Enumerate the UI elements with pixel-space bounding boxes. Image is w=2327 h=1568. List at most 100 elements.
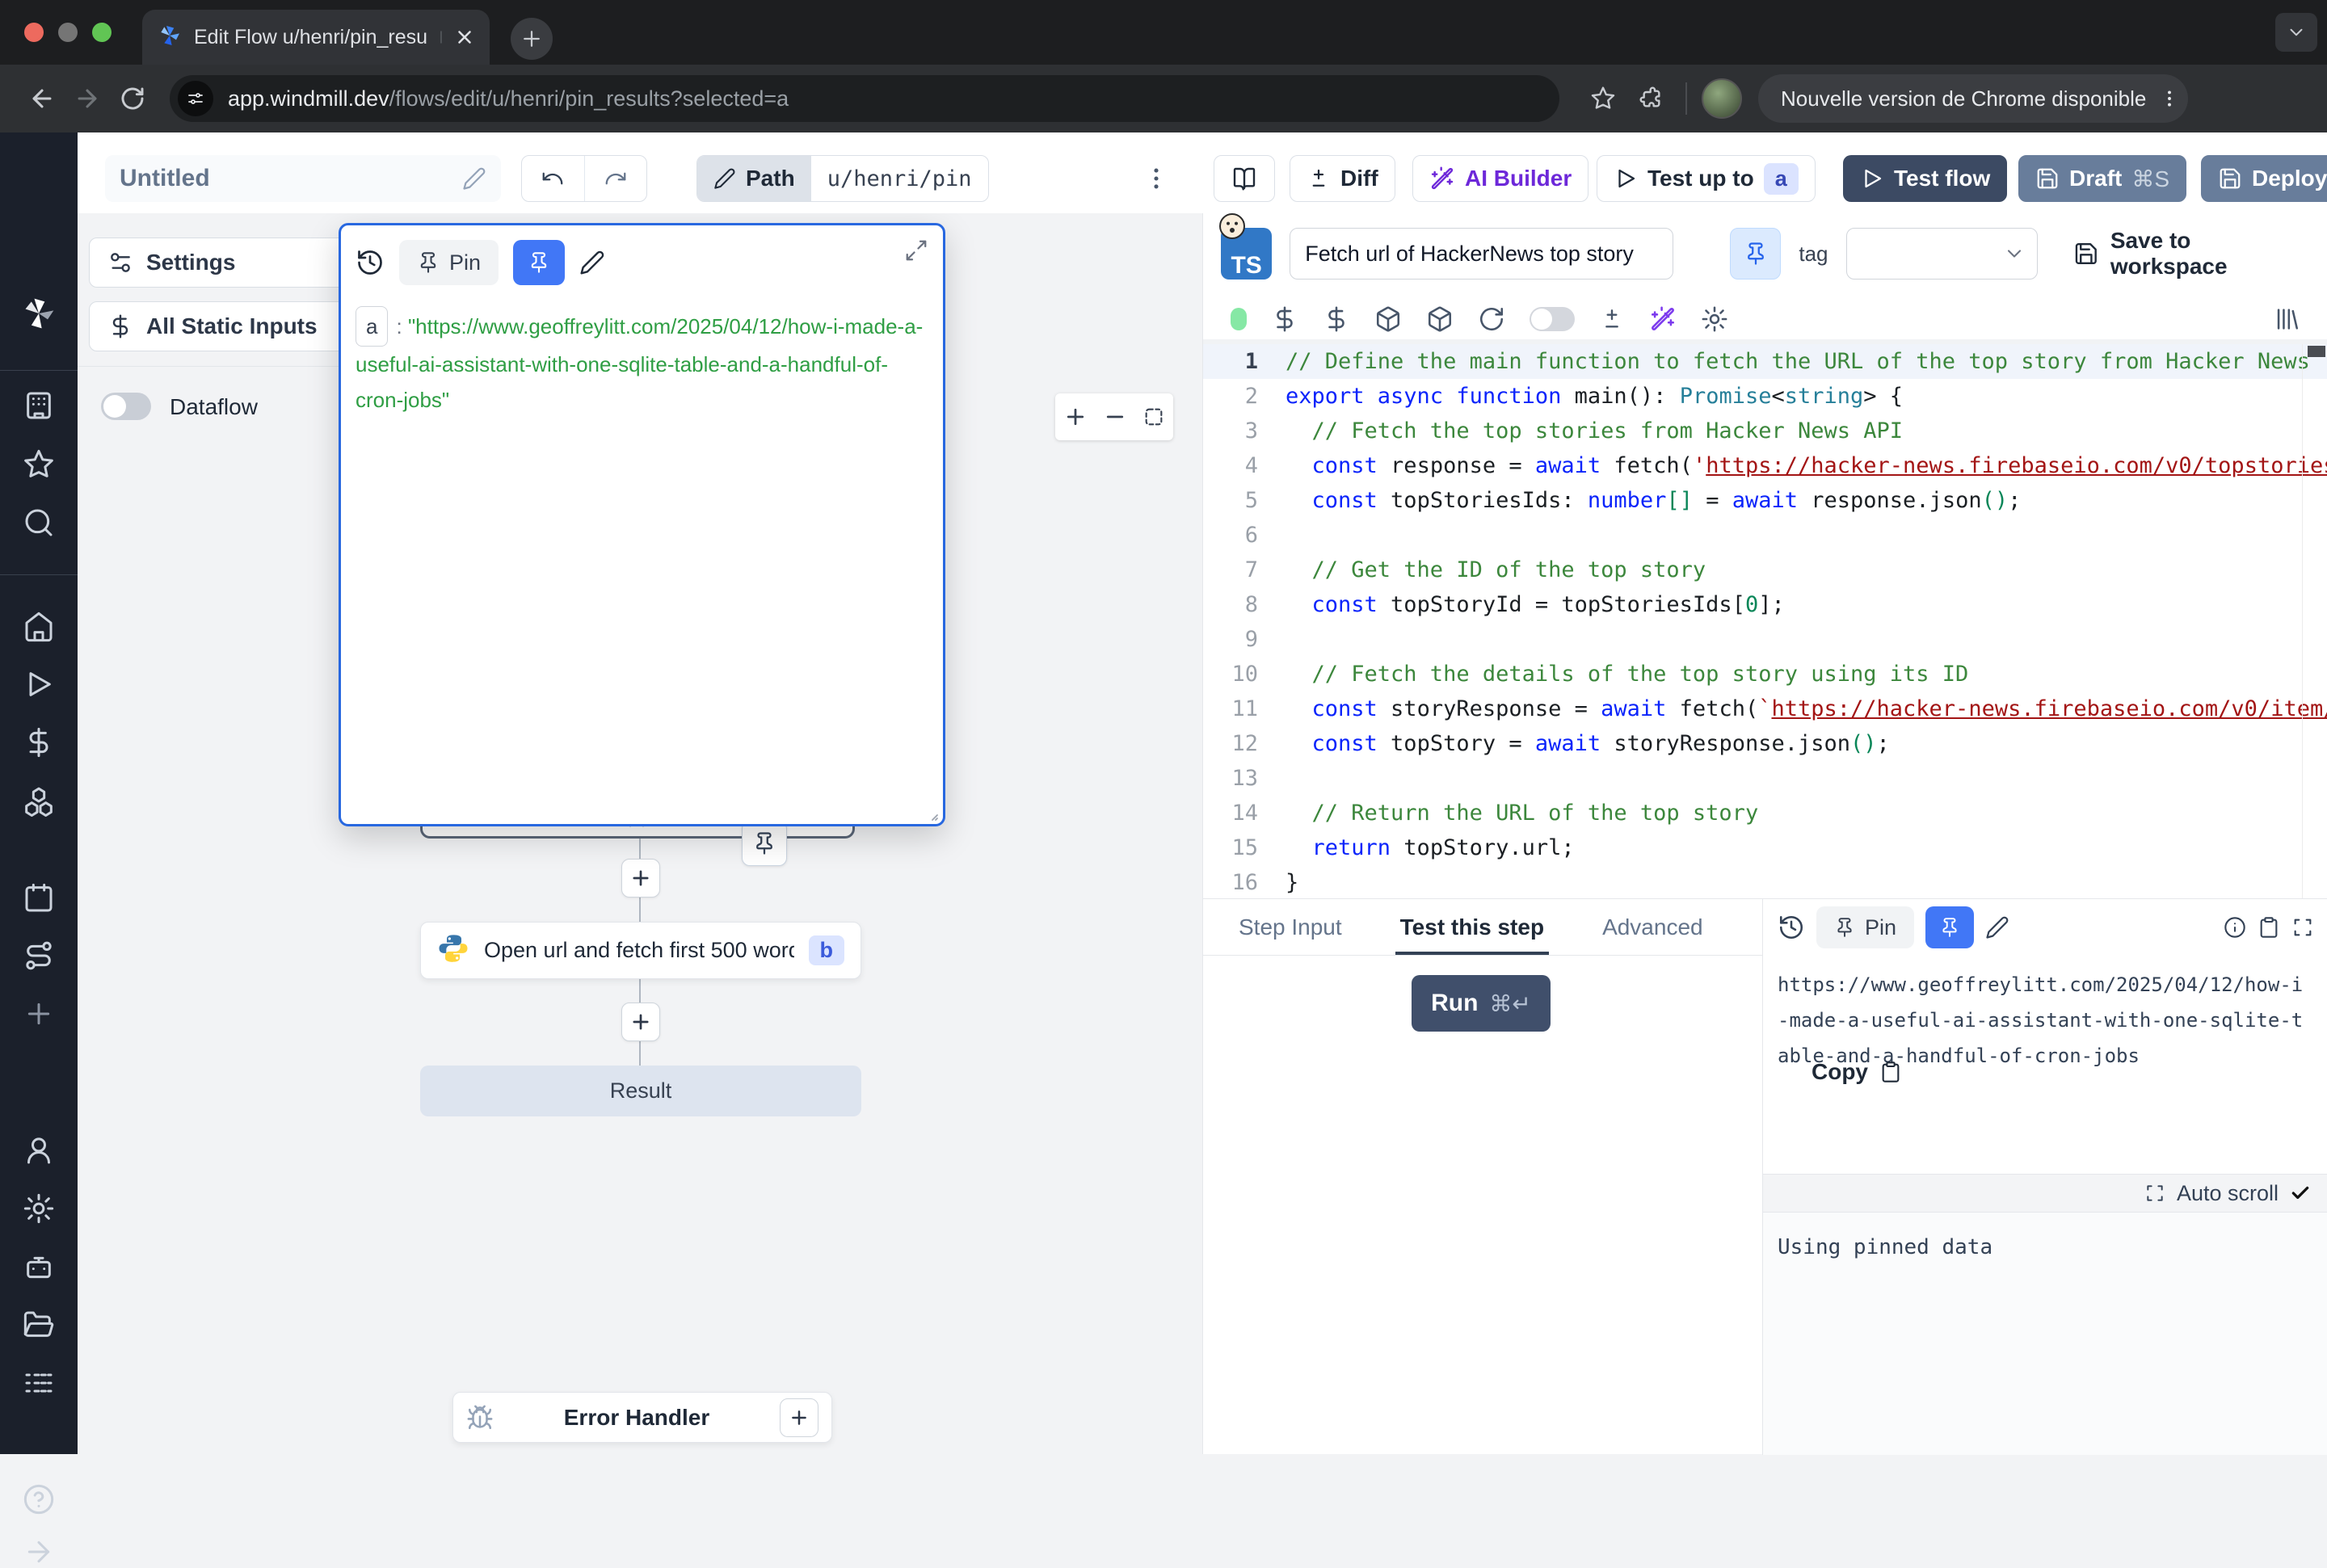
rename-pencil-icon[interactable]: [462, 166, 486, 191]
expand-popup-icon[interactable]: [904, 238, 928, 263]
result-node[interactable]: Result: [420, 1066, 861, 1116]
insert-step-button[interactable]: [621, 1003, 660, 1041]
vim-mode-toggle[interactable]: [1530, 307, 1575, 331]
fullscreen-icon[interactable]: [2291, 916, 2314, 939]
history-icon[interactable]: [1778, 914, 1805, 941]
sidebar-item-favorites[interactable]: [23, 448, 55, 481]
run-button[interactable]: Run ⌘↵: [1412, 975, 1551, 1032]
profile-avatar[interactable]: [1702, 78, 1742, 119]
sidebar-item-account[interactable]: [23, 1134, 55, 1167]
save-to-workspace-button[interactable]: Save to workspace: [2073, 228, 2312, 280]
new-tab-button[interactable]: [511, 18, 553, 60]
sidebar-item-home[interactable]: [23, 611, 55, 643]
bookmark-star-icon[interactable]: [1580, 76, 1626, 121]
flow-name-field[interactable]: Untitled: [105, 155, 501, 202]
sidebar-item-settings[interactable]: [23, 1192, 55, 1225]
add-variable-icon[interactable]: [1271, 305, 1298, 333]
back-button[interactable]: [19, 76, 65, 121]
edit-pencil-icon[interactable]: [579, 250, 605, 275]
site-info-icon[interactable]: [178, 81, 213, 116]
sidebar-item-workspace[interactable]: [23, 389, 55, 422]
clipboard-icon[interactable]: [2258, 916, 2280, 939]
sidebar-item-search[interactable]: [23, 507, 55, 539]
zoom-in-button[interactable]: [1063, 405, 1088, 429]
tab-advanced[interactable]: Advanced: [1597, 903, 1708, 955]
sidebar-item-workers[interactable]: [23, 1251, 55, 1284]
history-icon[interactable]: [356, 248, 385, 277]
code-line: 11 const storyResponse = await fetch(`ht…: [1203, 692, 2327, 726]
sidebar-item-variables[interactable]: [23, 726, 55, 759]
undo-button[interactable]: [522, 166, 584, 191]
more-options-kebab-icon[interactable]: [1142, 165, 1170, 192]
sidebar-item-folders[interactable]: [23, 1309, 55, 1341]
add-resource-icon[interactable]: [1323, 305, 1350, 333]
sidebar-item-help[interactable]: [23, 1483, 55, 1515]
deploy-button[interactable]: Deploy: [2201, 155, 2327, 202]
dataflow-toggle[interactable]: [101, 393, 151, 420]
tab-test-this-step[interactable]: Test this step: [1395, 903, 1549, 955]
result-pin-active-button[interactable]: [1925, 906, 1974, 948]
edit-pencil-icon[interactable]: [1985, 915, 2009, 940]
flow-node-b[interactable]: Open url and fetch first 500 words of ..…: [420, 922, 861, 979]
docs-book-button[interactable]: [1214, 155, 1275, 202]
test-up-to-button[interactable]: Test up to a: [1597, 155, 1816, 202]
insert-step-button[interactable]: [621, 859, 660, 898]
reload-script-icon[interactable]: [1478, 305, 1505, 333]
package-icon[interactable]: [1374, 305, 1402, 333]
test-flow-button[interactable]: Test flow: [1843, 155, 2007, 202]
ai-assist-icon[interactable]: [1649, 305, 1677, 333]
sidebar-item-add[interactable]: [23, 998, 55, 1030]
reload-button[interactable]: [110, 76, 155, 121]
editor-scrollbar[interactable]: [2302, 344, 2327, 898]
sidebar-item-logs[interactable]: [23, 1367, 55, 1399]
window-close-button[interactable]: [24, 23, 44, 42]
ai-builder-button[interactable]: AI Builder: [1412, 155, 1589, 202]
sidebar-item-routes[interactable]: [23, 940, 55, 972]
flow-name: Untitled: [120, 165, 210, 192]
diff-button[interactable]: Diff: [1290, 155, 1395, 202]
sidebar-expand-icon[interactable]: [23, 1536, 55, 1568]
windmill-favicon: [157, 23, 183, 53]
editor-settings-icon[interactable]: [1701, 305, 1728, 333]
add-error-handler-button[interactable]: [780, 1398, 818, 1437]
draft-button[interactable]: Draft ⌘S: [2018, 155, 2186, 202]
step-summary-input[interactable]: [1290, 228, 1673, 280]
error-handler-label: Error Handler: [494, 1405, 780, 1431]
tag-select[interactable]: [1846, 228, 2039, 280]
pin-step-button[interactable]: [1730, 228, 1781, 280]
pin-toggle-button[interactable]: Pin: [399, 240, 499, 285]
browser-tab[interactable]: Edit Flow u/henri/pin_results |: [142, 10, 490, 65]
library-icon[interactable]: [2273, 305, 2300, 333]
info-icon[interactable]: [2224, 916, 2246, 939]
path-button[interactable]: Path u/henri/pin: [696, 155, 989, 202]
chrome-update-button[interactable]: Nouvelle version de Chrome disponible: [1758, 74, 2188, 123]
window-zoom-button[interactable]: [92, 23, 112, 42]
error-handler-node[interactable]: Error Handler: [452, 1392, 832, 1443]
code-editor[interactable]: 1// Define the main function to fetch th…: [1203, 344, 2327, 898]
sidebar-item-runs[interactable]: [23, 668, 55, 700]
auto-scroll-label[interactable]: Auto scroll: [2177, 1181, 2279, 1206]
expand-logs-icon[interactable]: [2144, 1183, 2165, 1204]
window-minimize-button[interactable]: [58, 23, 78, 42]
tab-search-chevron-button[interactable]: [2275, 13, 2317, 52]
redo-button[interactable]: [585, 166, 647, 191]
node-pin-button[interactable]: [742, 821, 787, 866]
diff-mode-icon[interactable]: [1599, 306, 1625, 332]
code-line: 3 // Fetch the top stories from Hacker N…: [1203, 414, 2327, 448]
windmill-logo-icon[interactable]: [21, 296, 57, 335]
sidebar-item-schedules[interactable]: [23, 882, 55, 914]
package-icon[interactable]: [1426, 305, 1454, 333]
result-pin-toggle-button[interactable]: Pin: [1816, 906, 1914, 948]
extensions-icon[interactable]: [1626, 76, 1671, 121]
fit-view-button[interactable]: [1142, 406, 1165, 428]
resize-handle[interactable]: [920, 803, 940, 822]
url-bar[interactable]: app.windmill.dev/flows/edit/u/henri/pin_…: [170, 75, 1559, 122]
tab-close-icon[interactable]: [454, 27, 475, 48]
tab-step-input[interactable]: Step Input: [1234, 903, 1347, 955]
pin-active-button[interactable]: [513, 240, 565, 285]
copy-button[interactable]: Copy: [1812, 1059, 1902, 1085]
sidebar-item-resources[interactable]: [23, 785, 55, 818]
draft-shortcut: ⌘S: [2131, 166, 2169, 192]
zoom-out-button[interactable]: [1103, 405, 1127, 429]
forward-button[interactable]: [65, 76, 110, 121]
